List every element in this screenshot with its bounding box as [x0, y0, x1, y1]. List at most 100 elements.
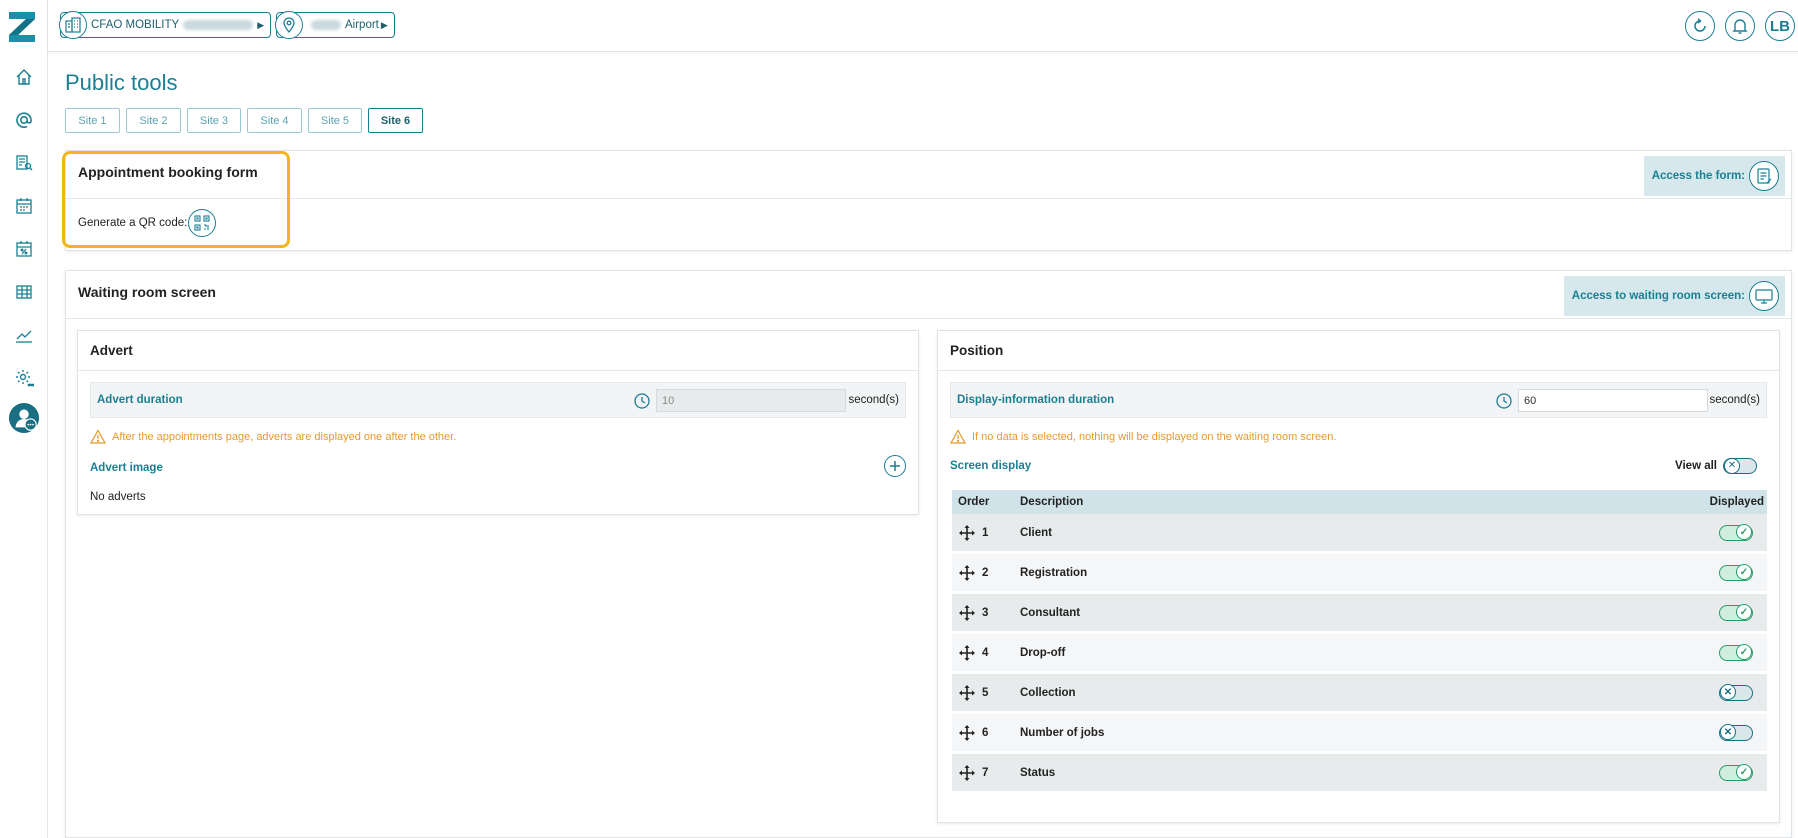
tab-site-5[interactable]: Site 5 — [308, 108, 362, 133]
displayed-toggle[interactable]: ✕ — [1719, 724, 1753, 741]
display-duration-input[interactable] — [1518, 389, 1708, 412]
table-row[interactable]: 5 Collection ✕ — [952, 674, 1767, 714]
home-icon[interactable] — [0, 62, 48, 92]
refresh-icon[interactable] — [1685, 11, 1715, 41]
divider — [66, 318, 1791, 319]
drag-handle-icon[interactable] — [958, 564, 976, 582]
table-row[interactable]: 2 Registration ✓ — [952, 554, 1767, 594]
drag-handle-icon[interactable] — [958, 764, 976, 782]
drag-handle-icon[interactable] — [958, 604, 976, 622]
warning-icon — [950, 429, 966, 444]
order-cell: 7 — [952, 764, 1020, 782]
caret-right-icon: ▶ — [380, 19, 388, 30]
access-form-button[interactable]: Access the form: — [1643, 156, 1785, 196]
order-value: 1 — [982, 526, 989, 539]
table-row[interactable]: 1 Client ✓ — [952, 514, 1767, 554]
advert-duration-label: Advert duration — [97, 394, 183, 406]
calendar-percent-icon[interactable] — [0, 234, 48, 264]
advert-duration-unit: second(s) — [848, 394, 900, 406]
view-all-label: View all — [1675, 460, 1717, 472]
displayed-cell: ✕ — [1677, 684, 1767, 701]
displayed-toggle[interactable]: ✓ — [1719, 764, 1753, 781]
tab-site-6[interactable]: Site 6 — [368, 108, 423, 133]
description-cell: Consultant — [1020, 606, 1081, 619]
table-row[interactable]: 7 Status ✓ — [952, 754, 1767, 794]
profile-icon[interactable] — [0, 398, 48, 438]
description-cell: Status — [1020, 766, 1056, 779]
displayed-toggle[interactable]: ✓ — [1719, 644, 1753, 661]
at-icon[interactable] — [0, 105, 48, 135]
drag-handle-icon[interactable] — [958, 524, 976, 542]
location-label: Airport — [345, 19, 379, 31]
table-row[interactable]: 6 Number of jobs ✕ — [952, 714, 1767, 754]
displayed-cell: ✕ — [1677, 724, 1767, 741]
displayed-toggle[interactable]: ✓ — [1719, 564, 1753, 581]
column-order: Order — [958, 496, 990, 508]
access-form-label: Access the form: — [1651, 170, 1745, 182]
add-advert-button[interactable] — [884, 455, 906, 477]
tab-site-3[interactable]: Site 3 — [187, 108, 241, 133]
order-value: 3 — [982, 606, 989, 619]
toggle-off-icon: ✕ — [1724, 457, 1740, 474]
table-header: Order Description Displayed — [952, 490, 1767, 514]
screen-display-label: Screen display — [950, 460, 1032, 472]
table-icon[interactable] — [0, 277, 48, 307]
view-all-toggle[interactable]: ✕ — [1723, 457, 1757, 474]
list-search-icon[interactable] — [0, 148, 48, 178]
bell-icon[interactable] — [1725, 11, 1755, 41]
drag-handle-icon[interactable] — [958, 644, 976, 662]
location-selector[interactable]: Airport ▶ — [275, 11, 395, 39]
description-cell: Client — [1020, 526, 1052, 539]
order-cell: 2 — [952, 564, 1020, 582]
displayed-toggle[interactable]: ✕ — [1719, 684, 1753, 701]
order-cell: 3 — [952, 604, 1020, 622]
screen-display-table: Order Description Displayed 1 Client ✓ 2 Reg… — [952, 490, 1767, 794]
access-waiting-room-button[interactable]: Access to waiting room screen: — [1563, 276, 1785, 316]
company-selector[interactable]: CFAO MOBILITY ▶ — [59, 11, 272, 39]
check-icon: ✓ — [1736, 604, 1752, 620]
displayed-cell: ✓ — [1677, 564, 1767, 581]
cross-icon: ✕ — [1720, 684, 1736, 700]
cross-icon: ✕ — [1720, 724, 1736, 740]
z-logo-icon — [9, 12, 35, 42]
order-value: 6 — [982, 726, 989, 739]
position-title: Position — [950, 343, 1004, 358]
drag-handle-icon[interactable] — [958, 724, 976, 742]
tab-site-1[interactable]: Site 1 — [65, 108, 120, 133]
chart-line-icon[interactable] — [0, 320, 48, 350]
advert-duration-input[interactable] — [656, 389, 846, 412]
booking-form-card: Appointment booking form Generate a QR c… — [65, 150, 1792, 251]
booking-form-title: Appointment booking form — [78, 164, 258, 180]
drag-handle-icon[interactable] — [958, 684, 976, 702]
advert-duration-row: Advert duration second(s) — [90, 382, 906, 418]
display-duration-unit: second(s) — [1709, 394, 1761, 406]
clock-icon — [634, 393, 650, 409]
tab-site-4[interactable]: Site 4 — [247, 108, 302, 133]
qr-code-button[interactable] — [188, 209, 216, 237]
check-icon: ✓ — [1736, 564, 1752, 580]
display-duration-row: Display-information duration second(s) — [950, 382, 1767, 418]
tab-site-2[interactable]: Site 2 — [126, 108, 181, 133]
table-row[interactable]: 4 Drop-off ✓ — [952, 634, 1767, 674]
displayed-cell: ✓ — [1677, 764, 1767, 781]
order-cell: 1 — [952, 524, 1020, 542]
monitor-icon — [1749, 281, 1779, 311]
divider — [938, 370, 1779, 371]
displayed-toggle[interactable]: ✓ — [1719, 604, 1753, 621]
building-icon — [59, 11, 87, 39]
displayed-toggle[interactable]: ✓ — [1719, 524, 1753, 541]
order-value: 2 — [982, 566, 989, 579]
advert-title: Advert — [90, 343, 133, 358]
qr-code-icon — [194, 215, 210, 231]
user-avatar[interactable]: LB — [1765, 11, 1795, 41]
warning-icon — [90, 429, 106, 444]
check-icon: ✓ — [1736, 524, 1752, 540]
access-waiting-room-label: Access to waiting room screen: — [1571, 290, 1745, 302]
settings-icon[interactable] — [0, 363, 48, 393]
table-row[interactable]: 3 Consultant ✓ — [952, 594, 1767, 634]
location-pin-icon — [275, 11, 303, 39]
waiting-room-title: Waiting room screen — [78, 284, 216, 300]
displayed-cell: ✓ — [1677, 524, 1767, 541]
table-body: 1 Client ✓ 2 Registration ✓ 3 Consultant ✓ 4 Drop-… — [952, 514, 1767, 794]
calendar-icon[interactable] — [0, 191, 48, 221]
